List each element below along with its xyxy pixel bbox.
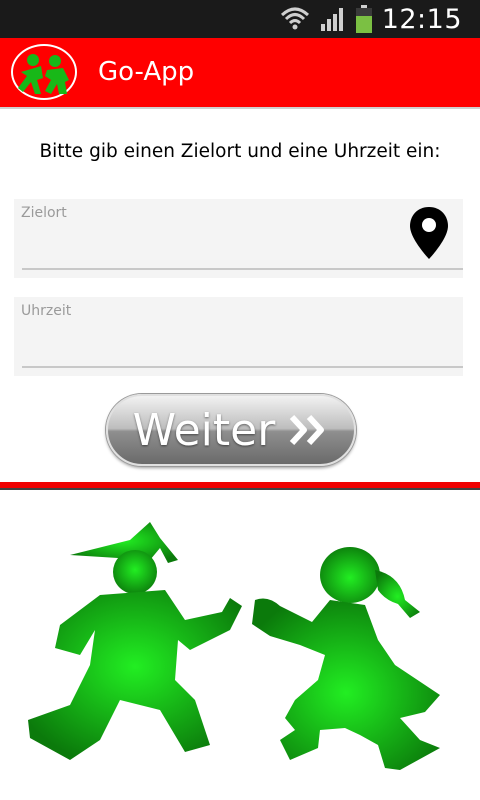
divider-shadow [0,488,480,490]
app-bar: Go-App [0,38,480,107]
time-input[interactable] [22,334,463,368]
battery-icon [355,5,372,33]
app-title: Go-App [98,57,195,87]
time-label: Uhrzeit [21,303,72,319]
double-chevron-icon [290,414,325,446]
destination-input[interactable] [22,236,463,270]
weiter-label: Weiter [132,404,276,456]
ampelfrau-figure [252,547,440,770]
instruction-text: Bitte gib einen Zielort und eine Uhrzeit… [39,141,441,162]
weiter-button[interactable]: Weiter [106,394,356,466]
wifi-icon [280,7,309,30]
ampelmann-illustration [28,522,440,770]
map-pin-icon[interactable] [408,205,450,263]
destination-field[interactable]: Zielort [14,199,463,278]
ampelmann-man-figure [28,522,242,760]
ampelmann-logo-icon[interactable] [11,44,77,100]
destination-label: Zielort [21,205,67,221]
signal-icon [320,8,343,31]
time-field[interactable]: Uhrzeit [14,297,463,376]
app-bar-shadow [0,107,480,109]
status-bar: 12:15 [0,0,480,38]
clock: 12:15 [381,3,462,35]
status-icons: 12:15 [280,0,462,38]
